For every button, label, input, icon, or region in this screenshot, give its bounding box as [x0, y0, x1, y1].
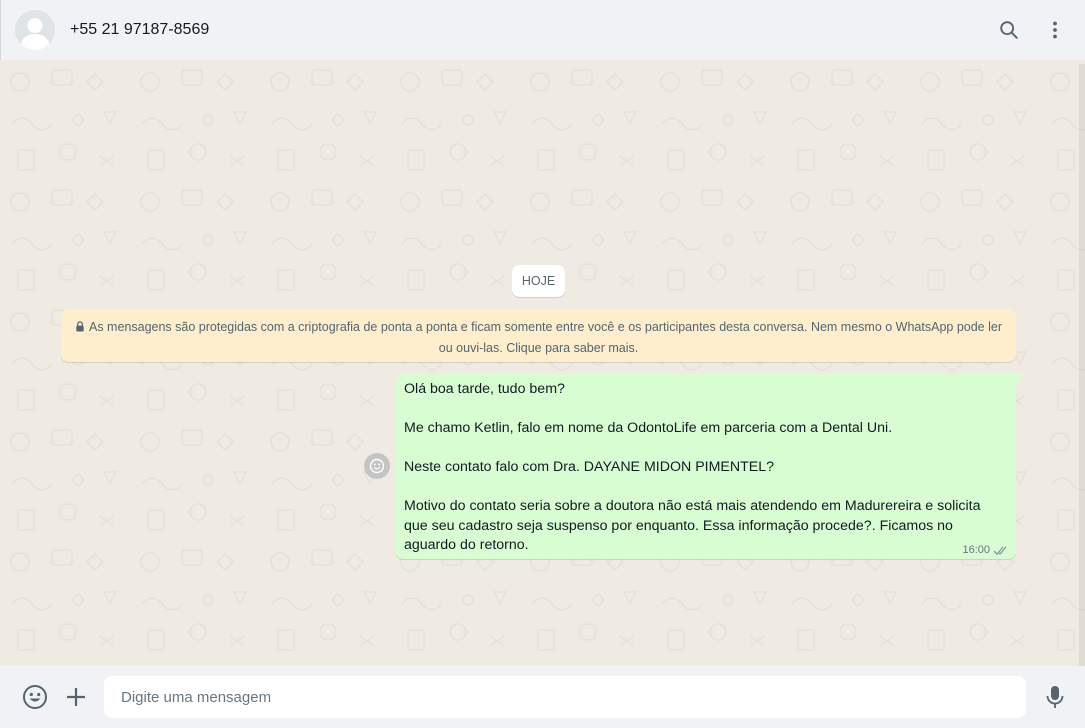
- lock-icon: [76, 321, 84, 332]
- outgoing-message[interactable]: Olá boa tarde, tudo bem? Me chamo Ketlin…: [396, 374, 1016, 559]
- menu-button[interactable]: [1043, 18, 1067, 42]
- emoji-icon: [369, 458, 385, 474]
- emoji-button[interactable]: [22, 684, 48, 710]
- smiley-icon: [23, 685, 47, 709]
- message-input-box[interactable]: [104, 676, 1026, 718]
- message-meta: 16:00: [962, 544, 1009, 556]
- encryption-notice-text-line1: As mensagens são protegidas com a cripto…: [89, 320, 1002, 334]
- voice-message-button[interactable]: [1042, 684, 1068, 710]
- encryption-notice[interactable]: As mensagens são protegidas com a cripto…: [61, 309, 1016, 362]
- composer-bar: [0, 666, 1085, 728]
- attach-button[interactable]: [63, 684, 89, 710]
- message-time: 16:00: [962, 544, 990, 556]
- chat-scroll-thumb[interactable]: [1079, 64, 1085, 666]
- bubble-tail: [1016, 374, 1024, 385]
- plus-icon: [67, 688, 85, 706]
- chat-wallpaper: [0, 60, 1085, 666]
- contact-avatar[interactable]: [15, 10, 55, 50]
- menu-icon: [1053, 21, 1057, 39]
- chat-scrollbar[interactable]: [1079, 60, 1085, 666]
- date-separator: HOJE: [512, 265, 565, 297]
- default-avatar-icon: [15, 10, 55, 50]
- double-check-icon: [993, 546, 1007, 555]
- encryption-notice-text-line2: ou ouvi-las. Clique para saber mais.: [438, 341, 639, 355]
- contact-name[interactable]: +55 21 97187-8569: [70, 21, 209, 39]
- search-icon: [1000, 21, 1018, 39]
- chat-header: +55 21 97187-8569: [0, 0, 1085, 60]
- microphone-icon: [1046, 686, 1064, 708]
- chat-panel: HOJE As mensagens são protegidas com a c…: [0, 60, 1085, 666]
- message-text: Olá boa tarde, tudo bem? Me chamo Ketlin…: [404, 381, 981, 553]
- search-button[interactable]: [997, 18, 1021, 42]
- reaction-button[interactable]: [364, 453, 390, 479]
- message-input[interactable]: [104, 676, 1026, 718]
